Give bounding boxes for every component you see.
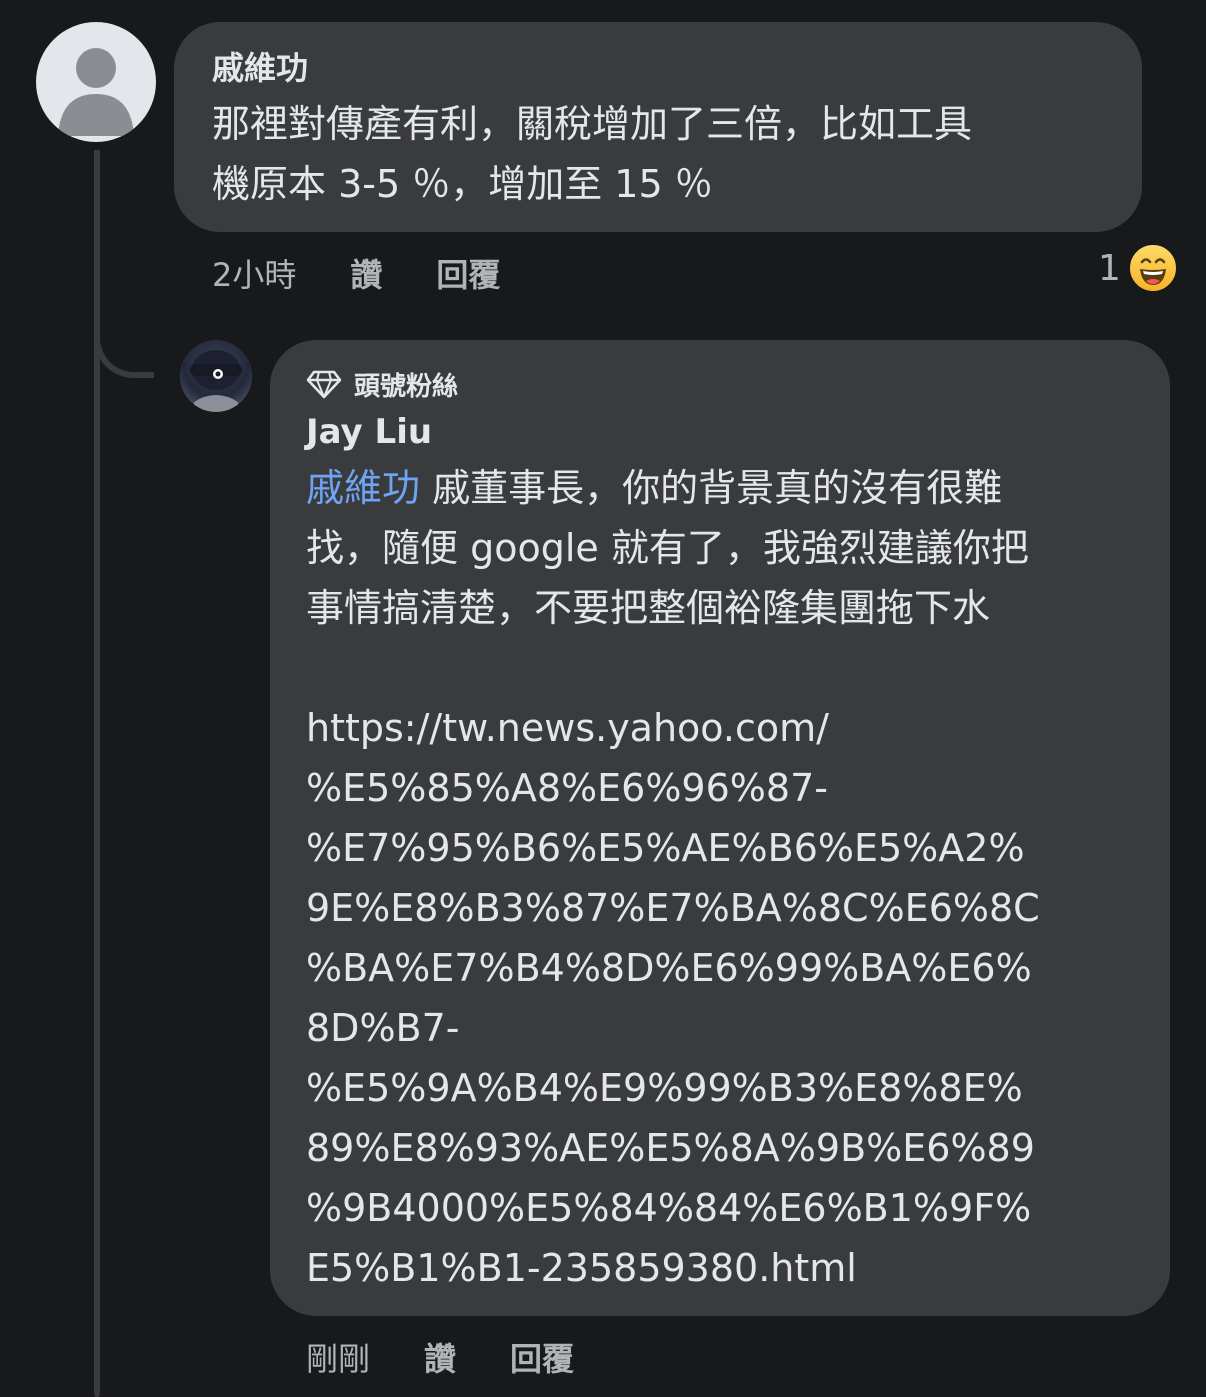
reply-button[interactable]: 回覆 (510, 1334, 574, 1380)
mention-link[interactable]: 戚維功 (306, 466, 420, 510)
reply-url[interactable]: https://tw.news.yahoo.com/ %E5%85%A8%E6%… (306, 698, 1146, 1298)
default-avatar-icon (58, 48, 134, 136)
comment-text-line: 機原本 3-5 ％，增加至 15 ％ (212, 162, 713, 206)
top-fan-badge: 頭號粉絲 (306, 364, 458, 404)
reply-meta-row: 剛剛 讚 回覆 (306, 1334, 628, 1380)
reply-author-name[interactable]: Jay Liu (306, 412, 432, 452)
comment-meta-row: 2小時 讚 回覆 (212, 250, 554, 296)
haha-reaction-icon (1127, 243, 1178, 293)
comment-text-line: 那裡對傳產有利，關稅增加了三倍，比如工具 (212, 102, 973, 146)
url-line: 9E%E8%B3%87%E7%BA%8C%E6%8C (306, 886, 1040, 930)
user-photo-icon (190, 350, 242, 412)
url-line: %E5%85%A8%E6%96%87- (306, 766, 828, 810)
reply-text-line: 戚維功 戚董事長，你的背景真的沒有很難 (306, 458, 1146, 518)
reply-text-line: 事情搞清楚，不要把整個裕隆集團拖下水 (306, 586, 991, 630)
url-line: %9B4000%E5%84%84%E6%B1%9F% (306, 1186, 1032, 1230)
comment-author-name[interactable]: 戚維功 (212, 48, 308, 88)
url-line: https://tw.news.yahoo.com/ (306, 706, 829, 750)
url-line: %E7%95%B6%E5%AE%B6%E5%A2% (306, 826, 1025, 870)
badge-label: 頭號粉絲 (354, 371, 459, 402)
reply-button[interactable]: 回覆 (436, 250, 500, 296)
url-line: E5%B1%B1-235859380.html (306, 1246, 857, 1290)
avatar-default-user[interactable] (36, 22, 156, 142)
url-line: 8D%B7- (306, 1006, 460, 1050)
reply-text-line: 找，隨便 google 就有了，我強烈建議你把 (306, 526, 1029, 570)
comment-text: 那裡對傳產有利，關稅增加了三倍，比如工具 機原本 3-5 ％，增加至 15 ％ (212, 94, 1132, 214)
reaction-summary[interactable]: 1 (1098, 240, 1179, 296)
url-line: 89%E8%93%AE%E5%8A%9B%E6%89 (306, 1126, 1035, 1170)
reply-text: 戚維功 戚董事長，你的背景真的沒有很難 找，隨便 google 就有了，我強烈建… (306, 458, 1146, 638)
url-line: %BA%E7%B4%8D%E6%99%BA%E6% (306, 946, 1032, 990)
comment-timestamp[interactable]: 2小時 (212, 250, 296, 296)
reply-connector-line (94, 150, 154, 378)
like-button[interactable]: 讚 (424, 1334, 456, 1380)
avatar-jay-liu[interactable] (180, 340, 252, 412)
like-button[interactable]: 讚 (350, 250, 382, 296)
reaction-count: 1 (1098, 247, 1121, 289)
reply-text-segment: 戚董事長，你的背景真的沒有很難 (420, 466, 1003, 510)
reply-timestamp[interactable]: 剛剛 (306, 1334, 370, 1380)
diamond-icon (306, 370, 342, 399)
url-line: %E5%9A%B4%E9%99%B3%E8%8E% (306, 1066, 1023, 1110)
